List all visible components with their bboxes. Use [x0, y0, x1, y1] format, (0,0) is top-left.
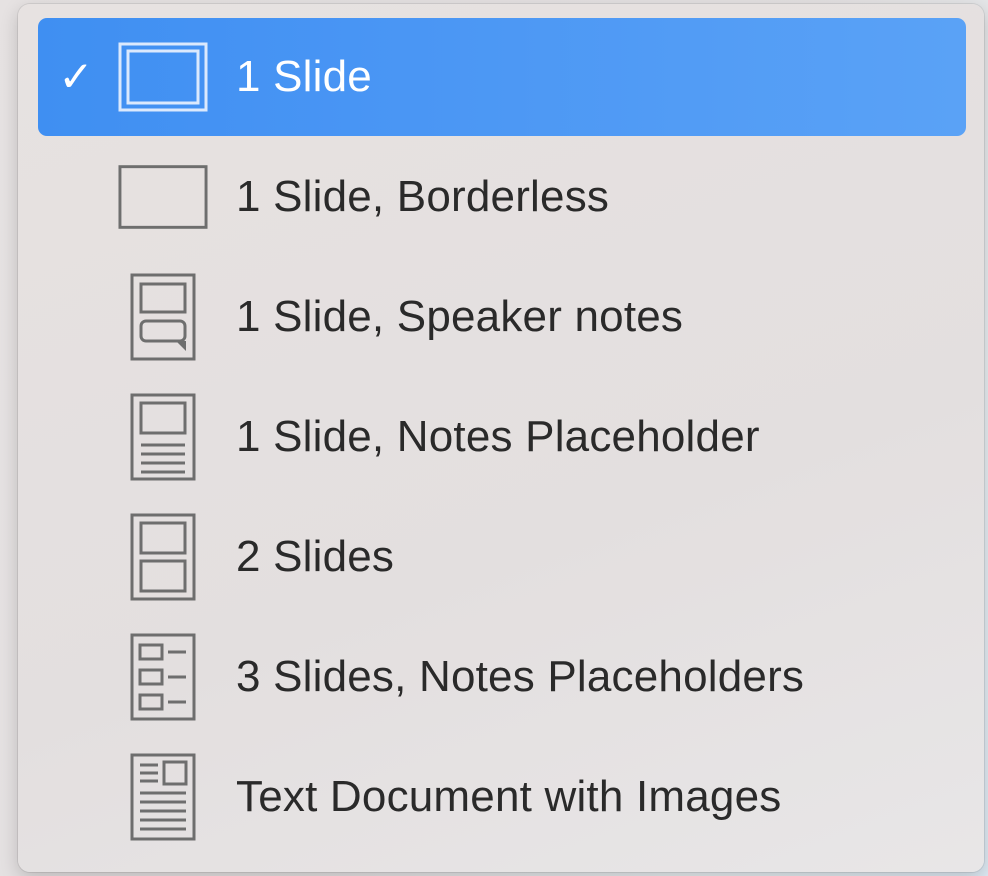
three-slides-notes-icon [118, 618, 208, 736]
text-document-images-icon [118, 738, 208, 856]
menu-item-2-slides[interactable]: 2 Slides [38, 498, 966, 616]
menu-item-label: 3 Slides, Notes Placeholders [236, 652, 805, 701]
menu-item-1-slide-borderless[interactable]: 1 Slide, Borderless [38, 138, 966, 256]
notes-placeholder-icon [118, 378, 208, 496]
checkmark-icon: ✓ [58, 53, 94, 100]
menu-item-label: 1 Slide, Speaker notes [236, 292, 684, 341]
print-layout-menu: ✓ 1 Slide 1 Slide, Borderless 1 Slide, S… [18, 4, 984, 872]
slide-borderless-icon [118, 138, 208, 256]
menu-item-1-slide-speaker-notes[interactable]: 1 Slide, Speaker notes [38, 258, 966, 376]
menu-item-label: 1 Slide [236, 52, 372, 101]
menu-item-1-slide-notes-placeholder[interactable]: 1 Slide, Notes Placeholder [38, 378, 966, 496]
menu-item-label: 1 Slide, Borderless [236, 172, 610, 221]
slide-framed-icon [118, 18, 208, 136]
two-slides-icon [118, 498, 208, 616]
menu-item-label: Text Document with Images [236, 772, 782, 821]
menu-item-label: 2 Slides [236, 532, 395, 581]
menu-item-3-slides-notes-placeholders[interactable]: 3 Slides, Notes Placeholders [38, 618, 966, 736]
menu-item-1-slide[interactable]: ✓ 1 Slide [38, 18, 966, 136]
menu-item-text-document-with-images[interactable]: Text Document with Images [38, 738, 966, 856]
menu-item-label: 1 Slide, Notes Placeholder [236, 412, 760, 461]
speaker-notes-icon [118, 258, 208, 376]
